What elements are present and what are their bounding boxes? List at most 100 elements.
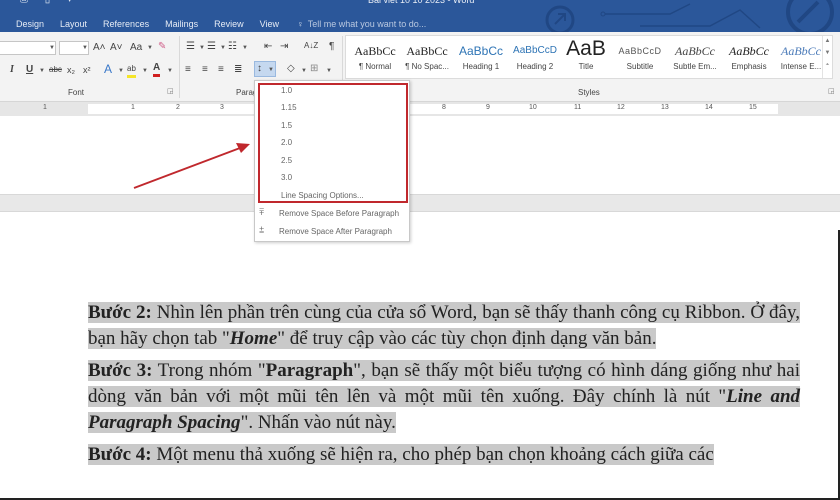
tab-review[interactable]: Review [214, 19, 244, 29]
highlight-button[interactable]: ab [127, 63, 136, 78]
remove-space-after-icon: ⩲ [259, 225, 265, 235]
style-title[interactable]: AaB Title [564, 38, 608, 72]
styles-dialog-launcher-icon[interactable]: ◲ [828, 86, 835, 98]
spacing-option-2-5[interactable]: 2.5 [281, 156, 292, 165]
increase-indent-icon[interactable]: ⇥ [280, 41, 288, 53]
style-subtitle[interactable]: AaBbCcD Subtitle [614, 42, 666, 71]
step-4-label: Bước 4: [88, 444, 152, 465]
print-preview-icon[interactable]: ⎙ [20, 0, 28, 5]
clear-formatting-icon[interactable]: ✎ [158, 41, 166, 53]
line-spacing-options-item[interactable]: Line Spacing Options... [281, 191, 364, 200]
change-case-dropdown-icon[interactable]: ▼ [147, 45, 153, 51]
subscript-button[interactable]: x₂ [67, 64, 75, 76]
remove-space-after-item[interactable]: Remove Space After Paragraph [279, 227, 392, 236]
spacing-option-1-5[interactable]: 1.5 [281, 121, 292, 130]
ruler-number: 1 [43, 104, 47, 111]
font-dialog-launcher-icon[interactable]: ◲ [167, 86, 174, 98]
show-formatting-marks-button[interactable]: ¶ [329, 41, 334, 53]
ribbon-tabs: Design Layout References Mailings Review… [0, 16, 426, 32]
font-color-button[interactable]: A [153, 62, 161, 77]
font-color-dropdown-icon[interactable]: ▼ [167, 68, 173, 74]
styles-more-icon[interactable]: ⩡ [823, 62, 832, 69]
borders-dropdown-icon[interactable]: ▼ [326, 68, 332, 74]
horizontal-ruler[interactable]: 1 1 2 3 8 9 10 11 12 13 14 15 [0, 102, 840, 116]
ruler-number: 10 [529, 104, 537, 111]
ruler-number: 3 [220, 104, 224, 111]
superscript-button[interactable]: x² [83, 64, 91, 76]
document-body[interactable]: Bước 2: Nhìn lên phần trên cùng của cửa … [88, 300, 801, 474]
bullets-dropdown-icon[interactable]: ▼ [199, 45, 205, 51]
customize-qat-icon[interactable]: ▾ [67, 0, 72, 5]
underline-dropdown-icon[interactable]: ▼ [39, 68, 45, 74]
style-heading-1[interactable]: AaBbCc Heading 1 [456, 42, 506, 71]
align-left-icon[interactable]: ≡ [185, 64, 191, 76]
paragraph-step-4: Bước 4: Một menu thả xuống sẽ hiện ra, c… [88, 444, 714, 465]
remove-space-before-item[interactable]: Remove Space Before Paragraph [279, 209, 399, 218]
title-bar: ⎙ ▯ ▾ Bai viet 10 10 2023 - Word Design … [0, 0, 840, 32]
highlight-dropdown-icon[interactable]: ▼ [142, 68, 148, 74]
sort-icon[interactable]: A↓Z [304, 40, 318, 52]
style-emphasis[interactable]: AaBbCc Emphasis [724, 42, 774, 71]
group-separator [179, 36, 180, 98]
styles-scroll-down-icon[interactable]: ▼ [823, 50, 832, 56]
align-right-icon[interactable]: ≡ [218, 64, 224, 76]
underline-button[interactable]: U [26, 64, 33, 76]
font-size-dropdown-icon[interactable]: ▼ [82, 45, 88, 51]
justify-icon[interactable]: ≣ [234, 64, 242, 76]
spacing-option-3-0[interactable]: 3.0 [281, 173, 292, 182]
multilevel-dropdown-icon[interactable]: ▼ [242, 45, 248, 51]
tab-design[interactable]: Design [16, 19, 44, 29]
multilevel-list-icon[interactable]: ☷ [228, 41, 237, 53]
spacing-option-1-0[interactable]: 1.0 [281, 86, 292, 95]
change-case-button[interactable]: Aa [130, 42, 142, 54]
bullets-icon[interactable]: ☰ [186, 41, 195, 53]
decrease-indent-icon[interactable]: ⇤ [264, 41, 272, 53]
lightbulb-icon: ♀ [296, 19, 304, 29]
touch-mode-icon[interactable]: ▯ [45, 0, 51, 5]
paragraph-step-2: Bước 2: Nhìn lên phần trên cùng của cửa … [88, 302, 800, 349]
grow-font-button[interactable]: A˄ [93, 42, 106, 54]
align-center-icon[interactable]: ≡ [202, 64, 208, 76]
tab-references[interactable]: References [103, 19, 149, 29]
shrink-font-button[interactable]: A˅ [110, 42, 123, 54]
spacing-option-2-0[interactable]: 2.0 [281, 138, 292, 147]
ruler-number: 9 [486, 104, 490, 111]
ruler-number: 2 [176, 104, 180, 111]
tell-me-search[interactable]: ♀ Tell me what you want to do... [297, 19, 426, 29]
numbering-dropdown-icon[interactable]: ▼ [220, 45, 226, 51]
paragraph-mention: Paragraph [265, 360, 354, 381]
text-effects-dropdown-icon[interactable]: ▼ [118, 68, 124, 74]
style-normal[interactable]: AaBbCc ¶ Normal [352, 42, 398, 71]
tab-view[interactable]: View [260, 19, 279, 29]
font-name-dropdown-icon[interactable]: ▼ [49, 45, 55, 51]
numbering-icon[interactable]: ☰ [207, 41, 216, 53]
ruler-text-area [88, 104, 778, 114]
ruler-number: 15 [749, 104, 757, 111]
shading-dropdown-icon[interactable]: ▼ [301, 68, 307, 74]
style-subtle-emphasis[interactable]: AaBbCc Subtle Em... [668, 42, 722, 71]
borders-icon[interactable]: ⊞ [310, 63, 318, 75]
styles-scrollbar[interactable]: ▲ ▼ ⩡ [822, 36, 832, 78]
word-window: ⎙ ▯ ▾ Bai viet 10 10 2023 - Word Design … [0, 0, 840, 500]
circuit-decoration-icon [545, 0, 834, 32]
text-effects-button[interactable]: A [104, 63, 112, 75]
style-no-spacing[interactable]: AaBbCc ¶ No Spac... [402, 42, 452, 71]
style-intense-emphasis[interactable]: AaBbCc Intense E... [776, 42, 826, 71]
italic-button[interactable]: I [10, 64, 14, 76]
font-name-field[interactable] [0, 41, 56, 55]
styles-gallery: AaBbCc ¶ Normal AaBbCc ¶ No Spac... AaBb… [345, 35, 833, 79]
ruler-number: 11 [574, 104, 582, 111]
tab-layout[interactable]: Layout [60, 19, 87, 29]
style-heading-2[interactable]: AaBbCcD Heading 2 [510, 42, 560, 71]
line-spacing-button[interactable]: ↕ ▼ [254, 61, 276, 77]
strikethrough-button[interactable]: abc [49, 64, 62, 76]
shading-icon[interactable]: ◇ [287, 63, 295, 75]
tab-mailings[interactable]: Mailings [165, 19, 198, 29]
document-page-top [0, 116, 840, 194]
window-title: Bai viet 10 10 2023 - Word [368, 0, 475, 5]
paragraph-step-3: Bước 3: Trong nhóm "Paragraph", bạn sẽ t… [88, 360, 801, 433]
styles-group-label: Styles [578, 88, 600, 97]
styles-scroll-up-icon[interactable]: ▲ [823, 38, 832, 44]
step-3-label: Bước 3: [88, 360, 153, 381]
spacing-option-1-15[interactable]: 1.15 [281, 103, 297, 112]
